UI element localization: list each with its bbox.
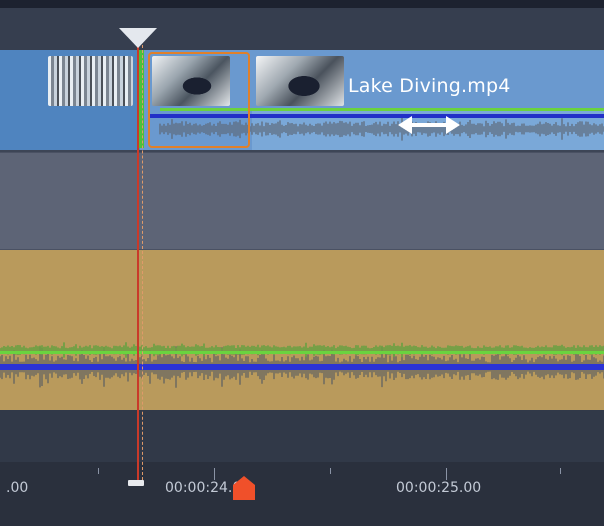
playhead-guide [142, 40, 143, 480]
selected-clip-outline[interactable] [148, 52, 250, 148]
ruler-tick [560, 468, 561, 474]
audio-track[interactable] [0, 250, 604, 410]
video-track[interactable]: Lake Diving.mp4 [0, 50, 604, 152]
timeline-panel: Lake Diving.mp4 .00 00:00:24.00 00:00:25… [0, 0, 604, 526]
clip-title: Lake Diving.mp4 [348, 75, 511, 97]
pentagon-marker-icon[interactable] [233, 476, 255, 500]
ruler-tick [98, 468, 99, 474]
playhead-ruler-marker[interactable] [128, 480, 144, 486]
playhead-triangle-icon[interactable] [119, 28, 157, 48]
time-ruler[interactable]: .00 00:00:24.00 00:00:25.00 [0, 462, 604, 526]
timeline-top-frame [0, 0, 604, 8]
ruler-tick [214, 468, 215, 480]
audio-volume-line[interactable] [0, 351, 604, 354]
video-clip-waveform [159, 117, 604, 141]
ruler-tick [446, 468, 447, 480]
double-arrow-icon[interactable] [398, 114, 460, 136]
ruler-tick [330, 468, 331, 474]
audio-waveform [0, 342, 604, 388]
overlay-track[interactable] [0, 152, 604, 250]
empty-track[interactable] [0, 410, 604, 462]
ruler-time-label: 00:00:25.00 [396, 480, 482, 496]
timeline-header-strip [0, 8, 604, 50]
audio-pan-line[interactable] [0, 364, 604, 370]
playhead-line[interactable] [137, 40, 139, 480]
ruler-time-label: .00 [6, 480, 29, 496]
